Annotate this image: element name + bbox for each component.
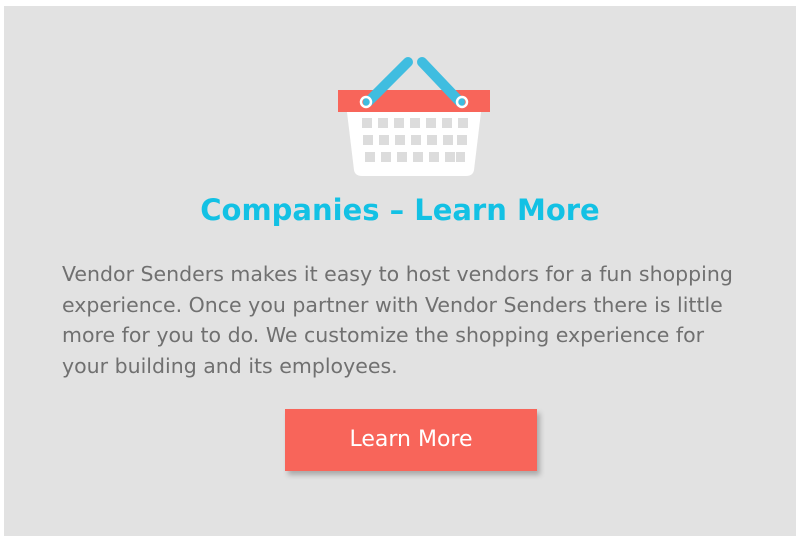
learn-more-button[interactable]: Learn More [285, 409, 537, 471]
section-description: Vendor Senders makes it easy to host ven… [62, 262, 733, 378]
shopping-basket-icon [338, 57, 490, 176]
section-title: Companies – Learn More [200, 193, 600, 227]
companies-card: Companies – Learn More Vendor Senders ma… [4, 6, 796, 536]
